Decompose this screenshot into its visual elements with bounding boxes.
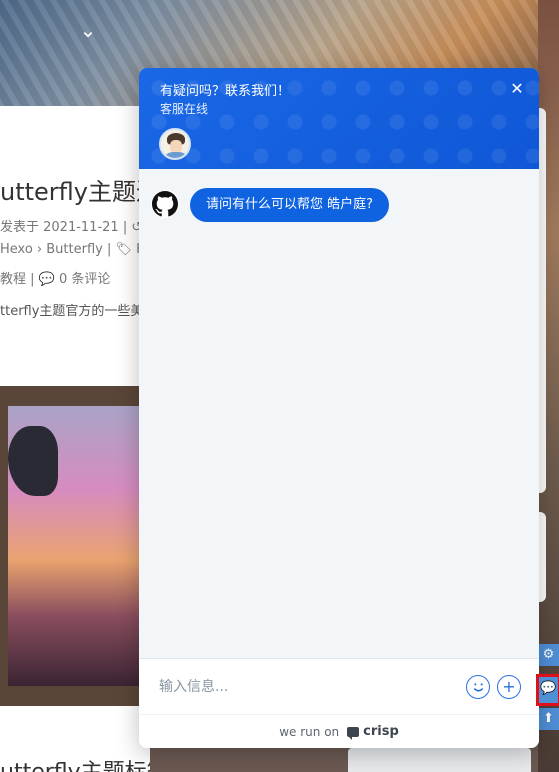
post-excerpt: tterfly主题官方的一些美 [0, 304, 144, 319]
chat-message: 请问有什么可以帮您 皓户庭? [190, 188, 390, 222]
post-categories[interactable]: Hexo › Butterfly | 🏷 H [0, 242, 150, 257]
chat-widget: 有疑问吗？联系我们！ 客服在线 ✕ 请问有什么可以帮您 皓户庭? + we ru… [139, 68, 539, 748]
compose-bar: + [139, 658, 539, 714]
post-cover-art [8, 406, 150, 686]
crisp-brand: crisp [363, 724, 399, 739]
crisp-logo: crisp [347, 724, 399, 740]
chevron-down-icon[interactable]: ⌄ [76, 18, 100, 42]
sidebar-widget [348, 748, 531, 772]
close-icon[interactable]: ✕ [508, 80, 526, 98]
chat-title: 有疑问吗？联系我们！ [160, 84, 291, 99]
message-input[interactable] [159, 676, 459, 698]
agent-avatar [159, 128, 191, 160]
footer-prefix: we run on [279, 724, 340, 739]
sidebar-card [538, 108, 546, 493]
github-icon [151, 190, 179, 218]
chat-status: 客服在线 [160, 102, 209, 116]
powered-by[interactable]: we run on crisp [139, 714, 539, 748]
crisp-icon [347, 726, 360, 740]
sidebar-card-2 [538, 512, 546, 602]
post-tags[interactable]: 教程 | 💬 0 条评论 [0, 268, 150, 287]
post2-title[interactable]: utterfly主题标签外挂(Tag [0, 754, 150, 772]
post-title[interactable]: utterfly主题进 [0, 172, 150, 207]
emoji-icon[interactable] [466, 675, 490, 699]
post-cover-image[interactable] [0, 386, 150, 706]
post-date: 发表于 2021-11-21 | ↺ [0, 220, 143, 235]
chat-toggle-icon[interactable]: 💬 [536, 674, 559, 706]
add-attachment-icon[interactable]: + [497, 675, 521, 699]
settings-icon[interactable]: ⚙ [538, 644, 559, 666]
back-to-top-icon[interactable]: ⬆ [538, 708, 559, 730]
